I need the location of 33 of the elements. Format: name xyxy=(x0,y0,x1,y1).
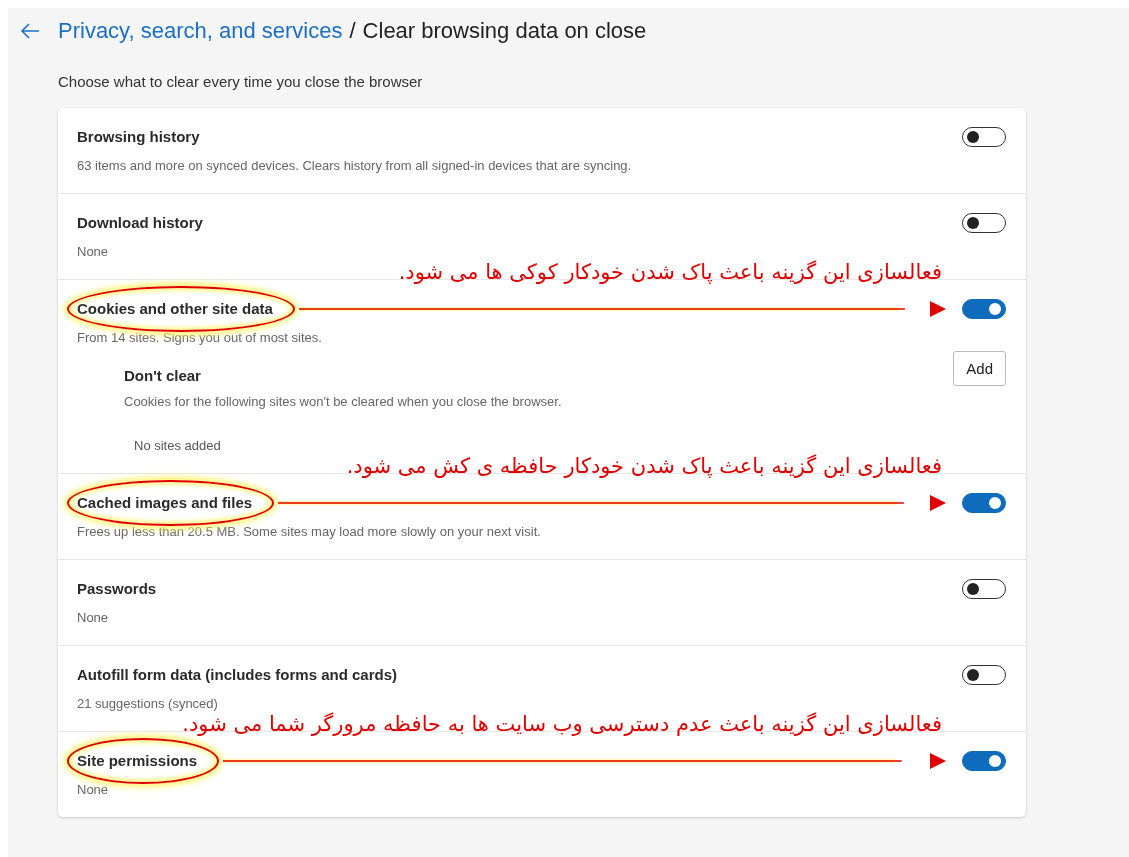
setting-description: None xyxy=(77,782,110,797)
setting-title: Cookies and other site data xyxy=(77,300,273,317)
setting-title: Site permissions xyxy=(77,752,198,769)
page-subtitle: Choose what to clear every time you close the browser xyxy=(58,73,424,91)
back-arrow-icon[interactable] xyxy=(20,23,40,39)
setting-description: From 14 sites. Signs you out of most sites. xyxy=(77,330,323,345)
setting-title: Autofill form data (includes forms and cards) xyxy=(77,666,398,683)
annotation-text: فعالسازی این گزینه باعث پاک شدن خودکار حافظه ی کش می شود. xyxy=(346,454,942,478)
section-title: Don't clear xyxy=(124,367,202,384)
toggle-switch[interactable] xyxy=(962,127,1006,147)
toggle-switch[interactable] xyxy=(962,751,1006,771)
toggle-switch[interactable] xyxy=(962,665,1006,685)
annotation-text: فعالسازی این گزینه باعث عدم دسترسی وب سایت ها به حافظه مرورگر شما می شود. xyxy=(182,712,942,736)
toggle-switch[interactable] xyxy=(962,493,1006,513)
setting-description: None xyxy=(77,610,110,625)
setting-description: None xyxy=(77,244,110,259)
setting-description: 63 items and more on synced devices. Clears history from all signed-in devices that are syncing. xyxy=(77,158,633,173)
setting-title: Passwords xyxy=(77,580,157,597)
breadcrumb-link[interactable]: Privacy, search, and services xyxy=(58,18,343,44)
toggle-switch[interactable] xyxy=(962,299,1006,319)
breadcrumb-separator: / xyxy=(349,18,356,44)
setting-title: Download history xyxy=(77,214,203,231)
page-title: Clear browsing data on close xyxy=(362,18,647,44)
setting-description: 21 suggestions (synced) xyxy=(77,696,219,711)
setting-title: Browsing history xyxy=(77,128,200,145)
section-description: Cookies for the following sites won't be cleared when you close the browser. xyxy=(124,394,563,409)
setting-description: Frees up less than 20.5 MB. Some sites may load more slowly on your next visit. xyxy=(77,524,542,539)
setting-title: Cached images and files xyxy=(77,494,253,511)
toggle-switch[interactable] xyxy=(962,579,1006,599)
toggle-switch[interactable] xyxy=(962,213,1006,233)
annotation-text: فعالسازی این گزینه باعث پاک شدن خودکار کوکی ها می شود. xyxy=(398,260,942,284)
add-button[interactable]: Add xyxy=(953,351,1006,386)
empty-list-text: No sites added xyxy=(134,438,222,453)
